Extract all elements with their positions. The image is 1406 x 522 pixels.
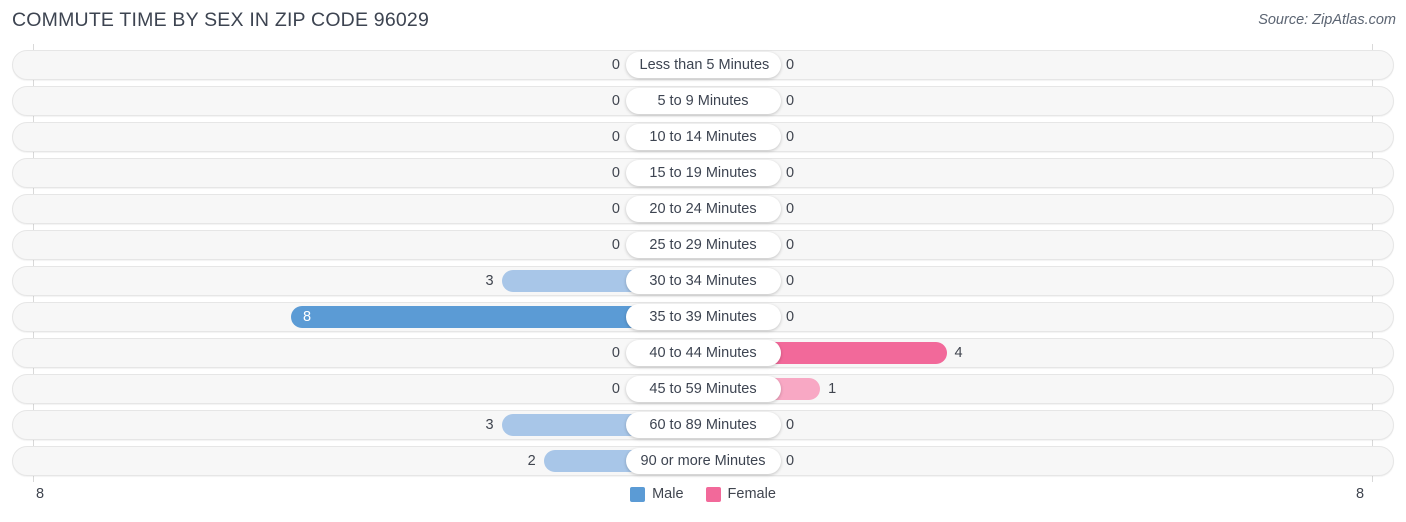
table-row[interactable]: 0 0 20 to 24 Minutes [12,194,1394,224]
category-label: 60 to 89 Minutes [625,412,781,438]
value-label-female: 0 [786,309,795,325]
chart-footer: 8 8 Male Female [0,482,1406,522]
category-label: 30 to 34 Minutes [625,268,781,294]
source-attribution: Source: ZipAtlas.com [1258,12,1396,28]
chart-header: COMMUTE TIME BY SEX IN ZIP CODE 96029 So… [0,0,1406,44]
value-label-female: 0 [786,453,795,469]
table-row[interactable]: 0 0 25 to 29 Minutes [12,230,1394,260]
table-row[interactable]: 8 0 35 to 39 Minutes [12,302,1394,332]
value-label-male: 0 [611,165,620,181]
category-label: 15 to 19 Minutes [625,160,781,186]
value-label-female: 0 [786,273,795,289]
category-label: 90 or more Minutes [625,448,781,474]
table-row[interactable]: 2 0 90 or more Minutes [12,446,1394,476]
chart-legend: Male Female [0,486,1406,502]
value-label-female: 0 [786,129,795,145]
value-label-male: 2 [527,453,536,469]
table-row[interactable]: 3 0 30 to 34 Minutes [12,266,1394,296]
value-label-male: 3 [485,273,494,289]
legend-label-male: Male [652,486,684,502]
legend-item-female[interactable]: Female [705,486,776,502]
table-row[interactable]: 0 0 Less than 5 Minutes [12,50,1394,80]
value-label-male: 8 [303,309,312,325]
table-row[interactable]: 0 0 5 to 9 Minutes [12,86,1394,116]
legend-swatch-female-icon [705,486,721,502]
table-row[interactable]: 0 1 45 to 59 Minutes [12,374,1394,404]
value-label-male: 0 [611,201,620,217]
value-label-female: 0 [786,237,795,253]
category-label: 40 to 44 Minutes [625,340,781,366]
value-label-female: 0 [786,93,795,109]
table-row[interactable]: 0 4 40 to 44 Minutes [12,338,1394,368]
value-label-male: 0 [611,345,620,361]
value-label-female: 4 [954,345,963,361]
value-label-female: 0 [786,417,795,433]
legend-label-female: Female [727,486,776,502]
category-label: 20 to 24 Minutes [625,196,781,222]
legend-item-male[interactable]: Male [630,486,684,502]
category-label: 10 to 14 Minutes [625,124,781,150]
category-label: 35 to 39 Minutes [625,304,781,330]
table-row[interactable]: 3 0 60 to 89 Minutes [12,410,1394,440]
category-label: 45 to 59 Minutes [625,376,781,402]
table-row[interactable]: 0 0 15 to 19 Minutes [12,158,1394,188]
value-label-male: 3 [485,417,494,433]
value-label-female: 1 [828,381,837,397]
table-row[interactable]: 0 0 10 to 14 Minutes [12,122,1394,152]
category-label: 5 to 9 Minutes [625,88,781,114]
value-label-male: 0 [611,237,620,253]
value-label-male: 0 [611,93,620,109]
value-label-female: 0 [786,201,795,217]
chart-plot-area: 0 0 Less than 5 Minutes 0 0 5 to 9 Minutes 0 0 1… [0,44,1406,482]
value-label-male: 0 [611,381,620,397]
value-label-male: 0 [611,129,620,145]
value-label-female: 0 [786,165,795,181]
category-label: Less than 5 Minutes [625,52,781,78]
legend-swatch-male-icon [630,486,646,502]
category-label: 25 to 29 Minutes [625,232,781,258]
page-title: COMMUTE TIME BY SEX IN ZIP CODE 96029 [12,9,430,31]
value-label-male: 0 [611,57,620,73]
value-label-female: 0 [786,57,795,73]
